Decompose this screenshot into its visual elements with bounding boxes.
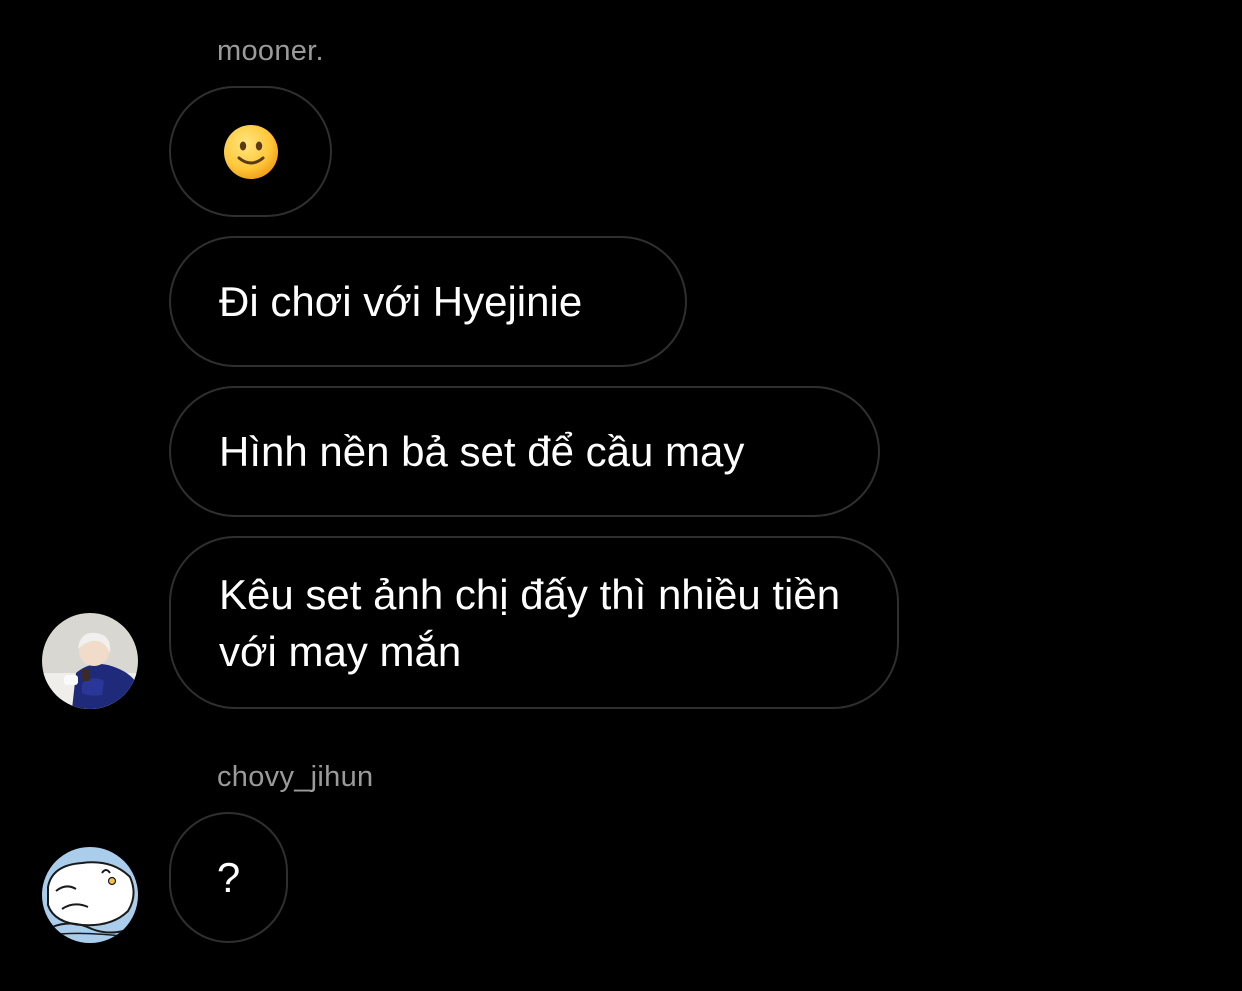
mooner-avatar-photo	[42, 613, 138, 709]
message-text: ?	[216, 854, 241, 901]
message-bubble[interactable]: Hình nền bả set để cầu may	[169, 386, 880, 517]
message-bubble[interactable]: Đi chơi với Hyejinie	[169, 236, 687, 367]
message-text: Đi chơi với Hyejinie	[219, 278, 583, 325]
chovy-jihun-avatar-illustration	[42, 847, 138, 943]
sender-name[interactable]: chovy_jihun	[217, 761, 373, 794]
message-text: Kêu set ảnh chị đấy thì nhiều tiền với m…	[219, 570, 841, 675]
sender-name[interactable]: mooner.	[217, 35, 324, 68]
avatar[interactable]	[42, 613, 138, 709]
avatar[interactable]	[42, 847, 138, 943]
message-text: Hình nền bả set để cầu may	[219, 428, 745, 475]
message-bubble[interactable]: Kêu set ảnh chị đấy thì nhiều tiền với m…	[169, 536, 899, 709]
slightly-smiling-face-emoji	[223, 124, 278, 179]
message-bubble-emoji[interactable]	[169, 86, 332, 217]
message-bubble[interactable]: ?	[169, 812, 288, 943]
